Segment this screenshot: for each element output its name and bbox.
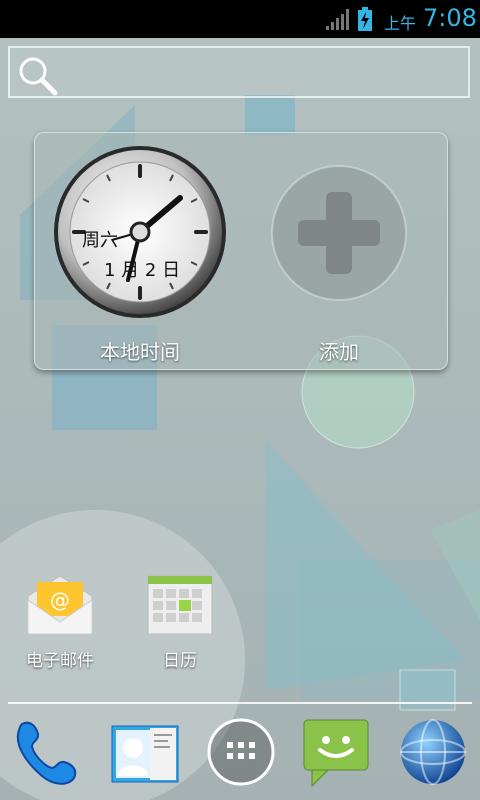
status-time: 7:08 [423, 4, 477, 32]
plus-icon [271, 165, 407, 301]
add-widget-button[interactable] [270, 164, 408, 302]
dock-divider [8, 702, 472, 704]
clock-date: 1 月 2 日 [104, 260, 181, 281]
app-email[interactable]: @ 电子邮件 [5, 570, 115, 671]
dock-app-drawer[interactable] [205, 716, 277, 788]
dock-messaging[interactable] [300, 716, 372, 788]
clock-day: 周六 [82, 230, 118, 251]
calendar-icon [147, 575, 213, 635]
app-calendar[interactable]: 日历 [125, 570, 235, 671]
messaging-icon [303, 719, 369, 788]
app-label-email: 电子邮件 [26, 651, 94, 671]
dock-contacts[interactable] [110, 716, 182, 788]
signal-icon [326, 9, 349, 30]
status-bar: 上午 7:08 [0, 0, 480, 38]
app-drawer-icon [207, 718, 275, 786]
email-icon: @ [27, 575, 93, 635]
dock-browser[interactable] [397, 716, 469, 788]
search-bar[interactable] [8, 46, 470, 98]
status-ampm: 上午 [384, 14, 417, 33]
search-icon [19, 57, 58, 96]
add-label: 添加 [319, 340, 359, 364]
analog-clock[interactable]: 周六 1 月 2 日 [52, 144, 228, 320]
clock-face-icon [54, 146, 226, 318]
phone-icon [16, 721, 77, 785]
browser-icon [400, 719, 466, 785]
clock-label: 本地时间 [100, 340, 180, 364]
battery-charging-icon [358, 7, 372, 31]
contacts-icon [111, 725, 179, 783]
wallpaper [0, 0, 480, 800]
dock-phone[interactable] [10, 716, 82, 788]
app-label-calendar: 日历 [163, 651, 197, 671]
svg-text:@: @ [50, 588, 70, 612]
